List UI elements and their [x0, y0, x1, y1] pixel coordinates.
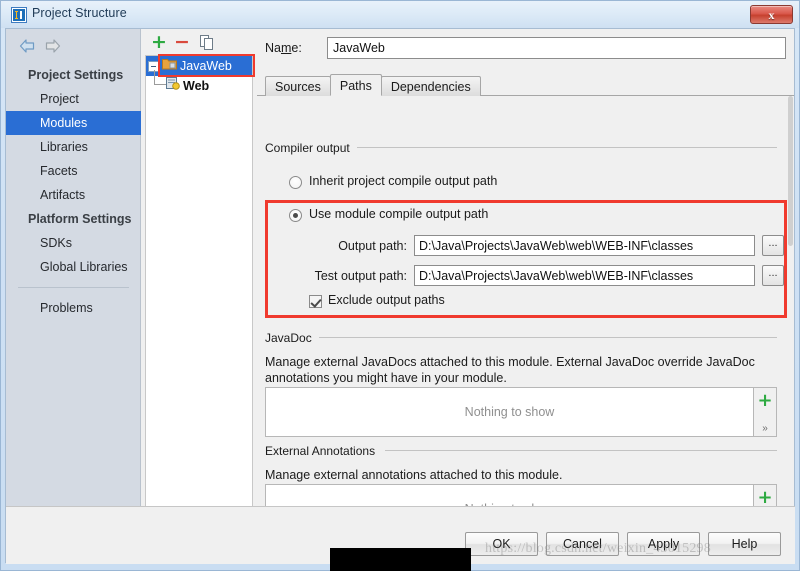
test-output-path-label: Test output path:: [314, 269, 407, 283]
output-path-input[interactable]: [414, 235, 755, 256]
output-path-browse-button[interactable]: ...: [762, 235, 784, 256]
module-name-label: Name:: [265, 41, 302, 55]
external-annotations-group-rule: [385, 450, 777, 451]
exclude-output-paths-checkbox[interactable]: [309, 295, 322, 308]
project-structure-dialog: Project Structure x Project Settings Pro…: [0, 0, 800, 571]
minus-icon: −: [174, 30, 190, 53]
external-annotations-group-title: External Annotations: [265, 444, 382, 458]
test-output-path-input[interactable]: [414, 265, 755, 286]
intellij-idea-icon: [11, 7, 27, 23]
redaction-bar: [330, 548, 471, 571]
module-editor-panel: Name: Sources Paths Dependencies Compile…: [257, 29, 794, 534]
sidebar-item-sdks[interactable]: SDKs: [6, 231, 141, 255]
javadoc-empty-text: Nothing to show: [464, 405, 555, 419]
arrow-left-icon[interactable]: [19, 38, 36, 54]
javadoc-add-button[interactable]: +: [754, 392, 776, 410]
module-name-row: Name:: [265, 37, 786, 61]
javadoc-description: Manage external JavaDocs attached to thi…: [265, 355, 755, 385]
sidebar-group-platform-settings: Platform Settings: [28, 212, 132, 226]
sidebar-item-artifacts[interactable]: Artifacts: [6, 183, 141, 207]
module-tree-toolbar: + −: [142, 29, 256, 55]
sidebar-item-problems[interactable]: Problems: [6, 296, 141, 320]
tree-elbow-connector: [154, 70, 166, 85]
sidebar-item-project[interactable]: Project: [6, 87, 141, 111]
external-annotations-add-button[interactable]: +: [754, 489, 776, 507]
tree-node-label: Web: [183, 79, 210, 93]
remove-module-button[interactable]: −: [173, 30, 191, 53]
inherit-output-radio[interactable]: [289, 176, 302, 189]
sidebar-divider: [18, 287, 129, 288]
help-button[interactable]: Help: [708, 532, 781, 556]
settings-sidebar: Project Settings Project Modules Librari…: [6, 29, 141, 534]
plus-icon: +: [151, 30, 167, 53]
tree-node-label: JavaWeb: [180, 59, 232, 73]
window-title: Project Structure: [32, 6, 127, 20]
title-bar: Project Structure x: [1, 1, 799, 28]
javadoc-expand-button[interactable]: »: [754, 424, 776, 434]
tab-sources[interactable]: Sources: [265, 76, 331, 96]
copy-icon: [200, 34, 213, 50]
compiler-output-group-rule: [357, 147, 777, 148]
content-scrollbar[interactable]: [787, 96, 794, 534]
output-path-label: Output path:: [338, 239, 407, 253]
scrollbar-thumb[interactable]: [788, 96, 793, 246]
javadoc-list-actions: + »: [754, 387, 777, 437]
copy-module-button[interactable]: [198, 33, 216, 51]
cancel-button[interactable]: Cancel: [546, 532, 619, 556]
web-facet-icon: [166, 77, 180, 95]
close-icon: x: [768, 7, 775, 22]
sidebar-list: Project Settings Project Modules Librari…: [6, 63, 141, 320]
sidebar-item-global-libraries[interactable]: Global Libraries: [6, 255, 141, 279]
sidebar-item-modules[interactable]: Modules: [6, 111, 141, 135]
use-module-output-radio[interactable]: [289, 209, 302, 222]
close-button[interactable]: x: [750, 5, 793, 24]
add-module-button[interactable]: +: [150, 30, 168, 53]
module-name-input[interactable]: [327, 37, 786, 59]
apply-button[interactable]: Apply: [627, 532, 700, 556]
javadoc-group-rule: [319, 337, 777, 338]
use-module-output-radio-label[interactable]: Use module compile output path: [309, 207, 488, 221]
javadoc-group-title: JavaDoc: [265, 331, 318, 345]
sidebar-item-facets[interactable]: Facets: [6, 159, 141, 183]
inherit-output-radio-label[interactable]: Inherit project compile output path: [309, 174, 497, 188]
exclude-output-paths-label[interactable]: Exclude output paths: [328, 293, 445, 307]
arrow-right-icon[interactable]: [44, 38, 61, 54]
tree-node-web[interactable]: Web: [146, 70, 252, 96]
module-tabs: Sources Paths Dependencies: [265, 74, 481, 96]
module-tree-panel: + − JavaWeb Web: [142, 29, 256, 534]
external-annotations-description: Manage external annotations attached to …: [265, 468, 563, 482]
javadoc-list[interactable]: Nothing to show: [265, 387, 754, 437]
sidebar-group-project-settings: Project Settings: [28, 68, 124, 82]
compiler-output-group-title: Compiler output: [265, 141, 356, 155]
paths-tab-panel: Compiler output Inherit project compile …: [257, 96, 787, 534]
sidebar-item-libraries[interactable]: Libraries: [6, 135, 141, 159]
ok-button[interactable]: OK: [465, 532, 538, 556]
tab-paths[interactable]: Paths: [329, 74, 382, 96]
test-output-path-browse-button[interactable]: ...: [762, 265, 784, 286]
module-tree[interactable]: JavaWeb Web: [145, 55, 253, 528]
tab-dependencies[interactable]: Dependencies: [380, 76, 481, 96]
sidebar-nav: [16, 35, 136, 61]
